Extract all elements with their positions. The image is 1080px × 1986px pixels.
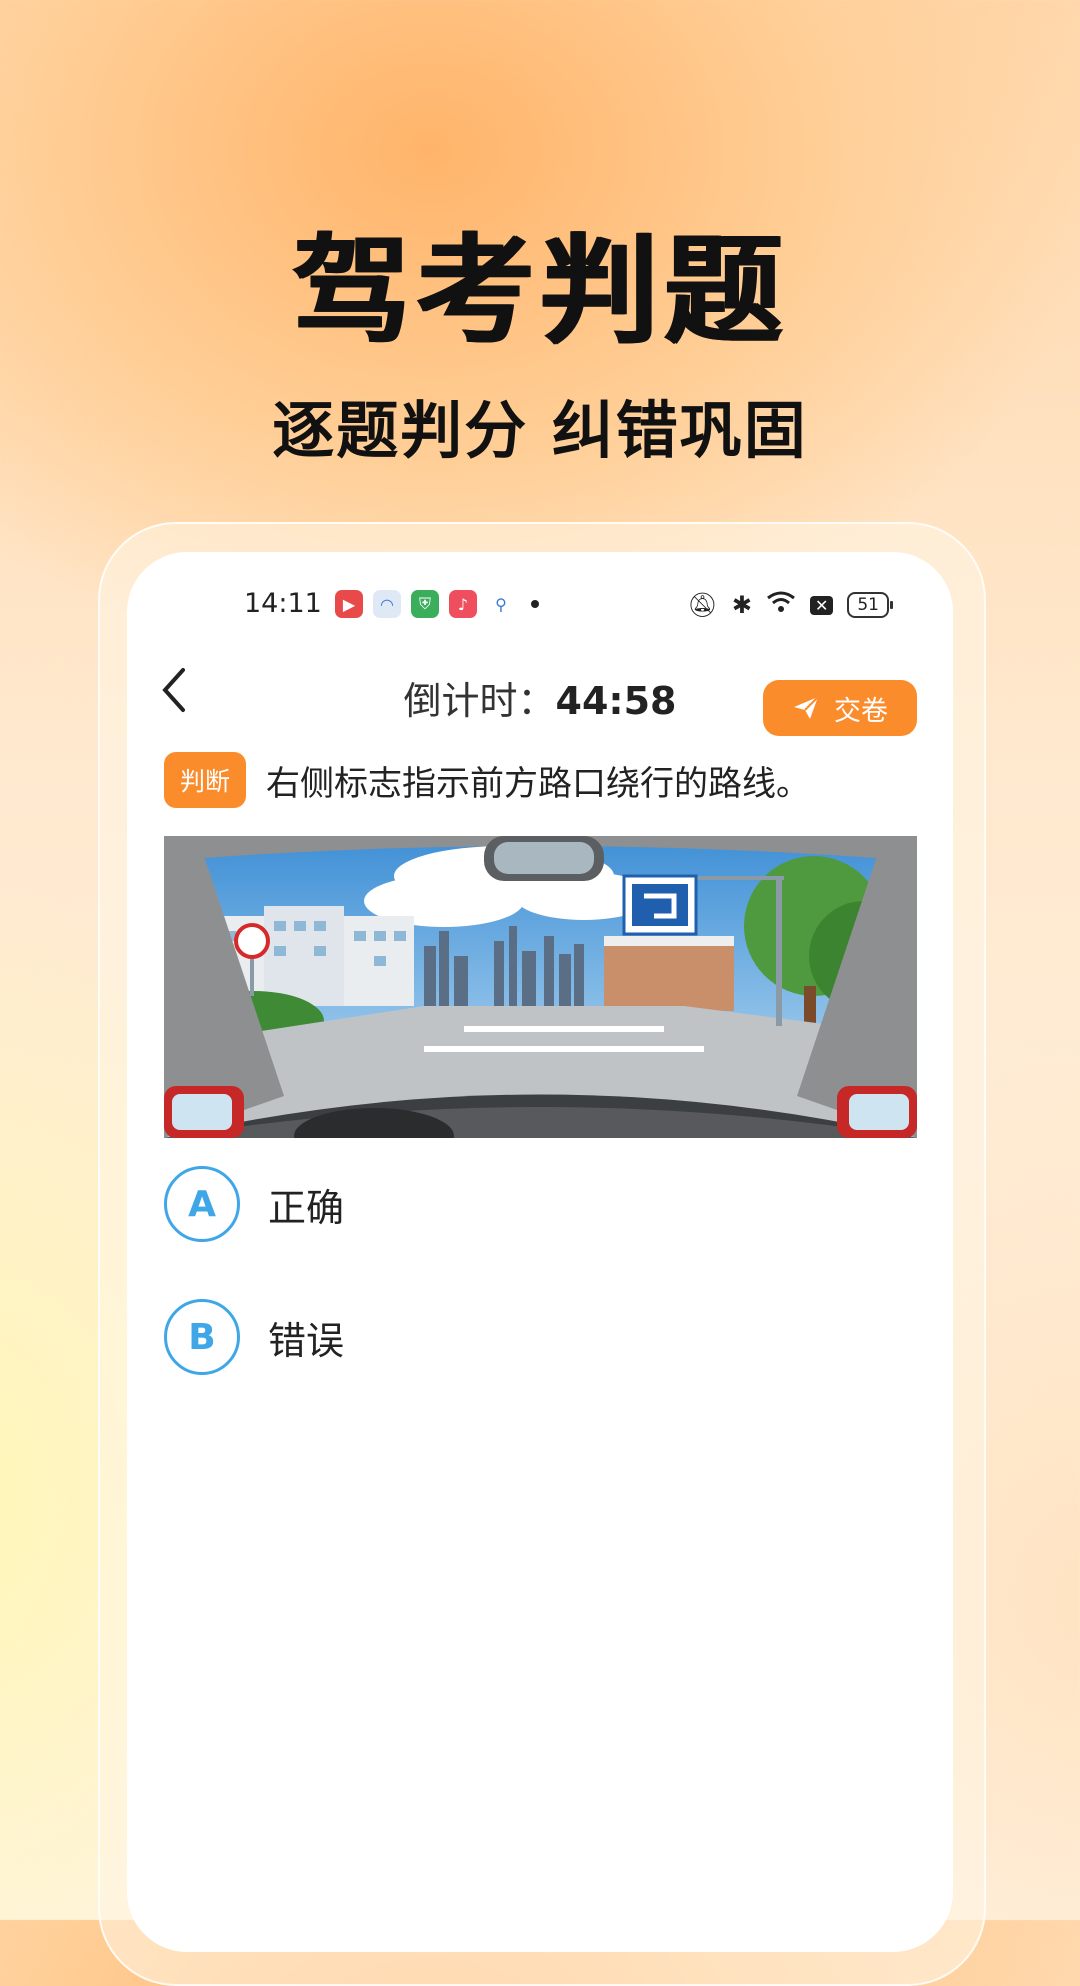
security-app-icon: ⛨ xyxy=(411,590,439,618)
option-a[interactable]: A 正确 xyxy=(164,1166,344,1242)
notification-icons: ▶ ◠ ⛨ ♪ ⚲ xyxy=(335,590,539,618)
battery-icon: 51 xyxy=(847,592,893,618)
option-b-letter: B xyxy=(164,1299,240,1375)
question-row: 判断 右侧标志指示前方路口绕行的路线。 xyxy=(164,752,924,808)
countdown-value: 44:58 xyxy=(555,679,677,723)
wifi-icon xyxy=(766,590,796,620)
question-type-badge: 判断 xyxy=(164,752,247,808)
option-b[interactable]: B 错误 xyxy=(164,1299,344,1375)
question-text: 右侧标志指示前方路口绕行的路线。 xyxy=(266,763,811,804)
option-b-label: 错误 xyxy=(268,1318,345,1363)
browser-app-icon: ◠ xyxy=(373,590,401,618)
phone-screen: 14:11 ▶ ◠ ⛨ ♪ ⚲ 🔕︎ ✱ ✕ 51 倒计时：44:58 交卷 判… xyxy=(127,552,953,1952)
submit-label: 交卷 xyxy=(834,695,888,727)
paper-plane-icon xyxy=(794,696,819,719)
mute-icon: 🔕︎ xyxy=(687,591,718,619)
no-sim-icon: ✕ xyxy=(809,595,834,615)
submit-button[interactable]: 交卷 xyxy=(763,680,917,736)
countdown-label: 倒计时： xyxy=(403,679,556,723)
music-app-icon: ♪ xyxy=(449,590,477,618)
search-app-icon: ⚲ xyxy=(487,590,515,618)
question-image xyxy=(164,836,917,1138)
system-icons: 🔕︎ ✱ ✕ 51 xyxy=(687,590,893,620)
more-notifications-dot xyxy=(531,600,539,608)
hero-title: 驾考判题 xyxy=(291,222,788,360)
bluetooth-icon: ✱ xyxy=(731,591,752,619)
option-a-letter: A xyxy=(164,1166,240,1242)
status-bar: 14:11 ▶ ◠ ⛨ ♪ ⚲ 🔕︎ ✱ ✕ 51 xyxy=(127,588,953,624)
video-app-icon: ▶ xyxy=(335,590,363,618)
option-a-label: 正确 xyxy=(268,1185,345,1230)
hero-subtitle: 逐题判分 纠错巩固 xyxy=(272,394,808,467)
status-time: 14:11 xyxy=(244,588,322,619)
